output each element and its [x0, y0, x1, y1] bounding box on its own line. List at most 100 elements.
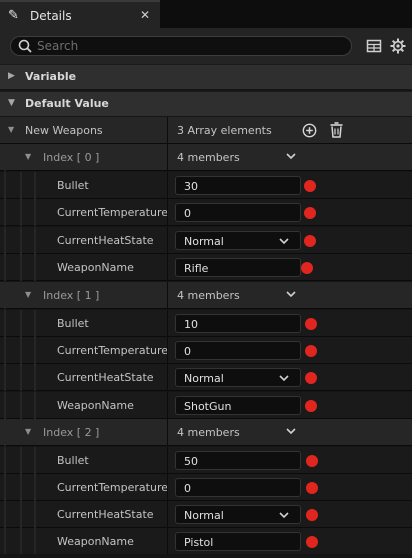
element-index-label: Index [ 2 ] — [43, 426, 100, 439]
indent-guide — [4, 474, 6, 501]
heat-state-dropdown[interactable]: Normal — [175, 231, 301, 250]
element-index-label: Index [ 1 ] — [43, 289, 100, 302]
add-element-icon[interactable] — [302, 123, 317, 138]
pin-icon[interactable] — [301, 262, 313, 274]
chevron-down-icon — [279, 512, 289, 519]
pencil-icon: ✎ — [8, 8, 19, 23]
expand-arrow-icon: ▶ — [8, 71, 15, 81]
indent-guide — [4, 282, 6, 309]
property-row-current-heat-state: CurrentHeatState Normal — [0, 227, 412, 254]
category-label: Default Value — [25, 97, 109, 110]
indent-guide — [34, 310, 36, 337]
indent-guide — [4, 199, 6, 226]
pin-icon[interactable] — [305, 318, 317, 330]
collapse-arrow-icon[interactable]: ▼ — [25, 152, 31, 161]
pin-icon[interactable] — [306, 536, 318, 548]
chevron-down-icon[interactable] — [285, 425, 297, 437]
bullet-field[interactable]: 10 — [175, 314, 301, 333]
array-element-index-2: ▼ Index [ 2 ] 4 members — [0, 419, 412, 446]
category-default-value[interactable]: ▼ Default Value — [0, 91, 412, 116]
indent-guide — [34, 474, 36, 501]
property-row-bullet: Bullet 10 — [0, 310, 412, 337]
pin-icon[interactable] — [306, 455, 318, 467]
search-input[interactable] — [37, 38, 337, 54]
indent-guide — [20, 474, 22, 501]
collapse-arrow-icon[interactable]: ▼ — [8, 125, 14, 134]
pin-icon[interactable] — [304, 207, 316, 219]
property-row-weapon-name: WeaponName ShotGun — [0, 392, 412, 419]
indent-guide — [20, 199, 22, 226]
property-label: Bullet — [57, 317, 89, 330]
weapon-name-field[interactable]: Pistol — [175, 532, 301, 551]
property-label: CurrentTemperature — [57, 206, 168, 219]
property-label: WeaponName — [57, 535, 134, 548]
property-row-current-heat-state: CurrentHeatState Normal — [0, 501, 412, 528]
column-divider — [167, 117, 168, 144]
indent-guide — [20, 447, 22, 474]
dropdown-value: Normal — [184, 372, 224, 385]
indent-guide — [4, 144, 6, 171]
category-variable[interactable]: ▶ Variable — [0, 64, 412, 89]
chevron-down-icon[interactable] — [285, 150, 297, 162]
search-box[interactable] — [10, 36, 352, 56]
pin-icon[interactable] — [306, 482, 318, 494]
pin-icon[interactable] — [304, 180, 316, 192]
indent-guide — [34, 337, 36, 364]
pin-icon[interactable] — [305, 372, 317, 384]
current-temperature-field[interactable]: 0 — [175, 341, 301, 360]
close-icon[interactable]: ✕ — [140, 8, 150, 22]
property-label: WeaponName — [57, 399, 134, 412]
collapse-arrow-icon[interactable]: ▼ — [25, 290, 31, 299]
indent-guide — [20, 310, 22, 337]
bullet-field[interactable]: 50 — [175, 451, 301, 470]
array-summary: 3 Array elements — [177, 124, 272, 137]
property-row-current-temperature: CurrentTemperature 0 — [0, 474, 412, 501]
indent-guide — [34, 172, 36, 199]
indent-guide — [20, 227, 22, 254]
search-icon — [18, 39, 32, 53]
weapon-name-field[interactable]: ShotGun — [175, 396, 301, 415]
indent-guide — [4, 392, 6, 419]
property-row-weapon-name: WeaponName Rifle — [0, 254, 412, 281]
indent-guide — [20, 364, 22, 391]
details-tab[interactable]: ✎ Details ✕ — [0, 0, 160, 28]
indent-guide — [20, 501, 22, 528]
collapse-arrow-icon[interactable]: ▼ — [25, 427, 31, 436]
current-temperature-field[interactable]: 0 — [175, 203, 301, 222]
indent-guide — [34, 447, 36, 474]
chevron-down-icon[interactable] — [285, 288, 297, 300]
indent-guide — [4, 501, 6, 528]
indent-guide — [20, 528, 22, 555]
column-divider — [167, 199, 168, 226]
heat-state-dropdown[interactable]: Normal — [175, 368, 301, 387]
indent-guide — [4, 447, 6, 474]
pin-icon[interactable] — [306, 509, 318, 521]
column-divider — [167, 501, 168, 528]
property-label: Bullet — [57, 454, 89, 467]
pin-icon[interactable] — [305, 345, 317, 357]
indent-guide — [4, 254, 6, 281]
panel-bottom — [0, 554, 412, 558]
gear-icon[interactable] — [390, 38, 406, 54]
array-element-index-0: ▼ Index [ 0 ] 4 members — [0, 144, 412, 171]
indent-guide — [34, 227, 36, 254]
tab-bar: ✎ Details ✕ — [0, 0, 412, 28]
heat-state-dropdown[interactable]: Normal — [175, 505, 301, 524]
trash-icon[interactable] — [329, 122, 344, 138]
pin-icon[interactable] — [305, 400, 317, 412]
array-element-index-1: ▼ Index [ 1 ] 4 members — [0, 282, 412, 309]
weapon-name-field[interactable]: Rifle — [175, 258, 301, 277]
dropdown-value: Normal — [184, 235, 224, 248]
column-divider — [167, 392, 168, 419]
tab-title: Details — [30, 9, 72, 23]
indent-guide — [34, 501, 36, 528]
column-divider — [167, 282, 168, 309]
column-divider — [167, 337, 168, 364]
column-divider — [167, 447, 168, 474]
pin-icon[interactable] — [304, 235, 316, 247]
bullet-field[interactable]: 30 — [175, 176, 301, 195]
column-divider — [167, 172, 168, 199]
table-view-icon[interactable] — [366, 38, 382, 54]
current-temperature-field[interactable]: 0 — [175, 478, 301, 497]
property-row-current-temperature: CurrentTemperature 0 — [0, 337, 412, 364]
